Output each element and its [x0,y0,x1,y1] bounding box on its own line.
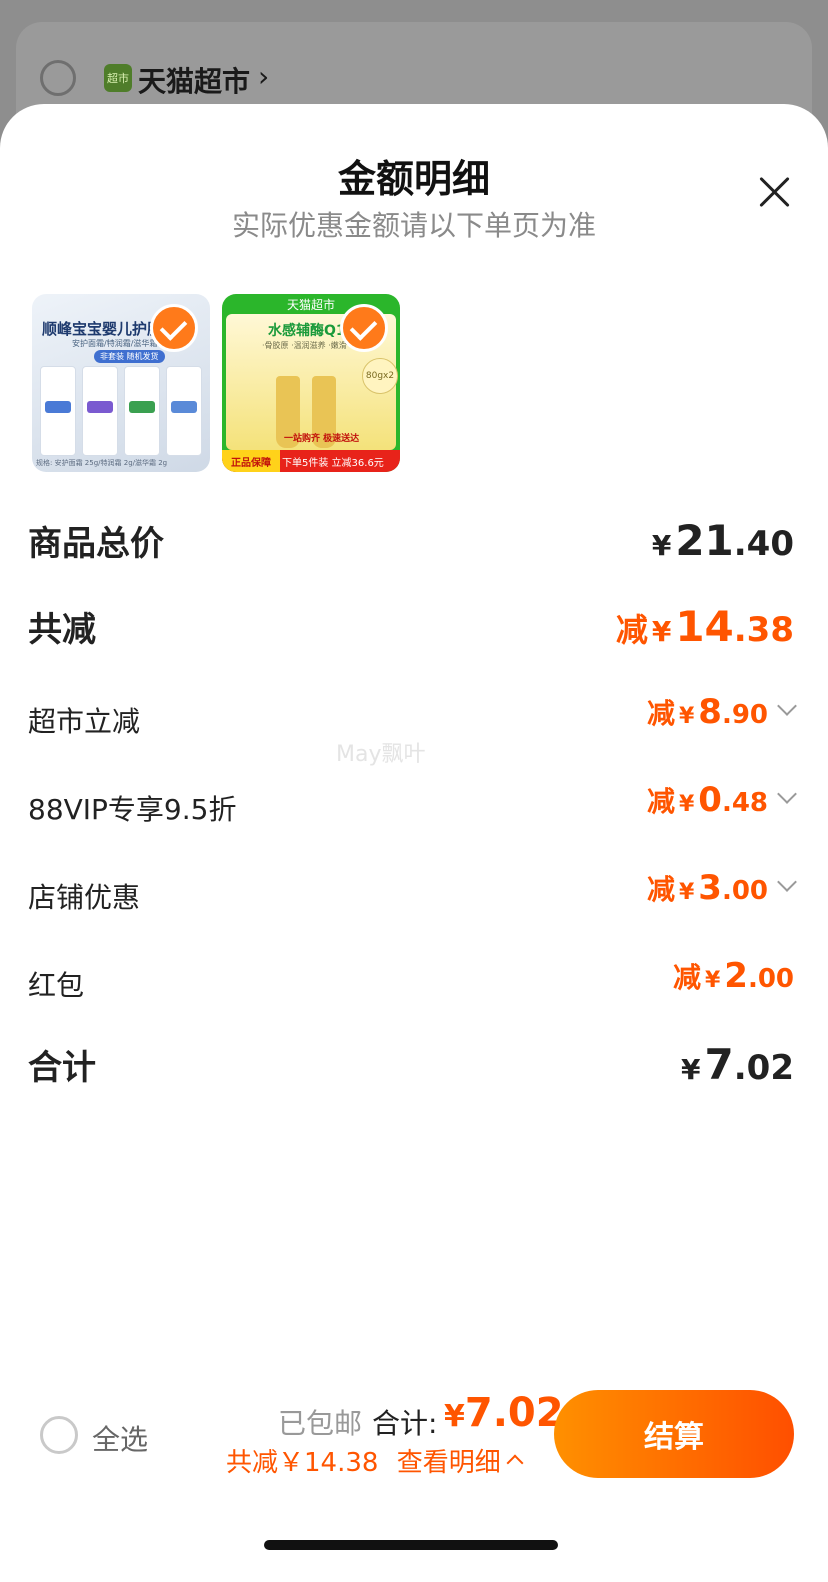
amount-decimal: .00 [747,964,794,994]
store-discount-label: 店铺优惠 [28,881,141,914]
subtotal-label: 商品总价 [28,524,164,564]
product-2-sub: ·骨胶原 ·温润滋养 ·嫩滑 [262,341,347,350]
home-indicator[interactable] [264,1540,558,1550]
product-1-footer: 规格: 安护面霜 25g/特润霜 2g/滋华霜 2g [36,459,168,467]
sheet-subtitle: 实际优惠金额请以下单页为准 [231,209,596,242]
subtotal-amount: ¥ 21 .40 [648,516,794,565]
reduce-prefix: 减 [646,873,675,906]
product-pack [124,366,160,456]
product-pack [82,366,118,456]
bottom-total-amount: ¥7.02 [444,1390,564,1436]
amount-decimal: .40 [733,524,794,564]
bottom-total-label: 合计: [372,1407,438,1440]
product-2-promo: 一站购齐 极速送达 [284,434,360,444]
view-detail-link[interactable]: 查看明细 [397,1448,501,1478]
watermark: May飘叶 [336,742,426,767]
checkout-button[interactable]: 结算 [554,1390,794,1478]
select-all-radio[interactable] [40,1416,78,1454]
product-1-checked-icon[interactable] [150,304,198,352]
reduce-prefix: 减 [646,697,675,730]
amount-integer: 2 [724,956,748,996]
detail-toggle[interactable]: 共减￥14.38 查看明细 [226,1442,524,1479]
product-1-sub: 安护面霜/特润霜/滋华霜 [72,339,158,348]
amount-integer: 7 [704,1040,734,1089]
grand-total-label: 合计 [28,1048,96,1088]
redpacket-amount: 减 ¥ 2 .00 [673,956,794,996]
total-reduce-amount: 减 ¥ 14 .38 [616,602,794,651]
reduce-prefix: 减 [646,785,675,818]
currency-symbol: ¥ [651,529,672,562]
vip-discount-label: 88VIP专享9.5折 [28,793,237,826]
product-pack [40,366,76,456]
currency-symbol: ¥ [681,1053,701,1086]
product-1-tag: 非套装 随机发货 [94,350,165,363]
amount-integer: 3 [698,868,722,908]
store-discount-amount: 减 ¥ 3 .00 [646,868,797,908]
chevron-right-icon: › [258,60,270,93]
product-2-guarantee: 正品保障 [222,450,280,472]
amount-decimal: .90 [721,700,768,730]
supermarket-discount-label: 超市立减 [28,705,141,738]
chevron-down-icon[interactable] [777,696,797,716]
vip-discount-amount: 减 ¥ 0 .48 [646,780,797,820]
amount-decimal: .00 [721,876,768,906]
product-2-size-badge: 80gx2 [362,358,398,394]
chevron-up-icon[interactable] [506,1454,524,1472]
redpacket-label: 红包 [28,969,85,1002]
supermarket-discount-amount: 减 ¥ 8 .90 [646,692,797,732]
amount-integer: 8 [698,692,722,732]
currency-symbol: ¥ [678,880,695,905]
amount-decimal: .38 [733,610,794,650]
amount-integer: 14 [675,602,734,651]
vip-discount-row[interactable]: 88VIP专享9.5折 减 ¥ 0 .48 [28,780,797,840]
product-2-offer: 下单5件装 立减36.6元 [282,457,384,469]
saved-amount-text: 共减￥14.38 [226,1448,379,1478]
currency-symbol: ¥ [651,615,672,648]
tmall-supermarket-icon: 超市 [104,64,132,92]
amount-detail-sheet: 金额明细 实际优惠金额请以下单页为准 顺峰宝宝婴儿护肤 安护面霜/特润霜/滋华霜… [0,104,828,1582]
reduce-prefix: 减 [615,611,648,649]
chevron-down-icon[interactable] [777,872,797,892]
reduce-prefix: 减 [672,961,701,994]
bottom-total-value: 7.02 [464,1390,564,1436]
product-1-name: 顺峰宝宝婴儿护肤 [42,320,163,338]
store-select-radio[interactable] [40,60,76,96]
redpacket-row: 红包 减 ¥ 2 .00 [28,956,794,1016]
currency-symbol: ¥ [704,968,721,993]
amount-decimal: .48 [721,788,768,818]
product-2-checked-icon[interactable] [340,304,388,352]
sheet-title: 金额明细 [337,157,490,201]
shipping-status: 已包邮 [278,1407,363,1440]
grand-total-row: 合计 ¥ 7 .02 [28,1040,794,1100]
store-discount-row[interactable]: 店铺优惠 减 ¥ 3 .00 [28,868,797,928]
subtotal-row: 商品总价 ¥ 21 .40 [28,516,794,576]
currency-symbol: ¥ [678,792,695,817]
select-all-label[interactable]: 全选 [92,1418,148,1458]
amount-integer: 0 [698,780,722,820]
total-reduce-label: 共减 [28,610,96,650]
product-pack [166,366,202,456]
chevron-down-icon[interactable] [777,784,797,804]
amount-decimal: .02 [733,1048,794,1088]
currency-symbol: ¥ [444,1399,465,1434]
grand-total-amount: ¥ 7 .02 [677,1040,794,1089]
total-reduce-row: 共减 减 ¥ 14 .38 [28,602,794,662]
close-icon[interactable] [756,174,792,210]
currency-symbol: ¥ [678,704,695,729]
store-name[interactable]: 天猫超市 [138,60,250,100]
amount-integer: 21 [675,516,734,565]
